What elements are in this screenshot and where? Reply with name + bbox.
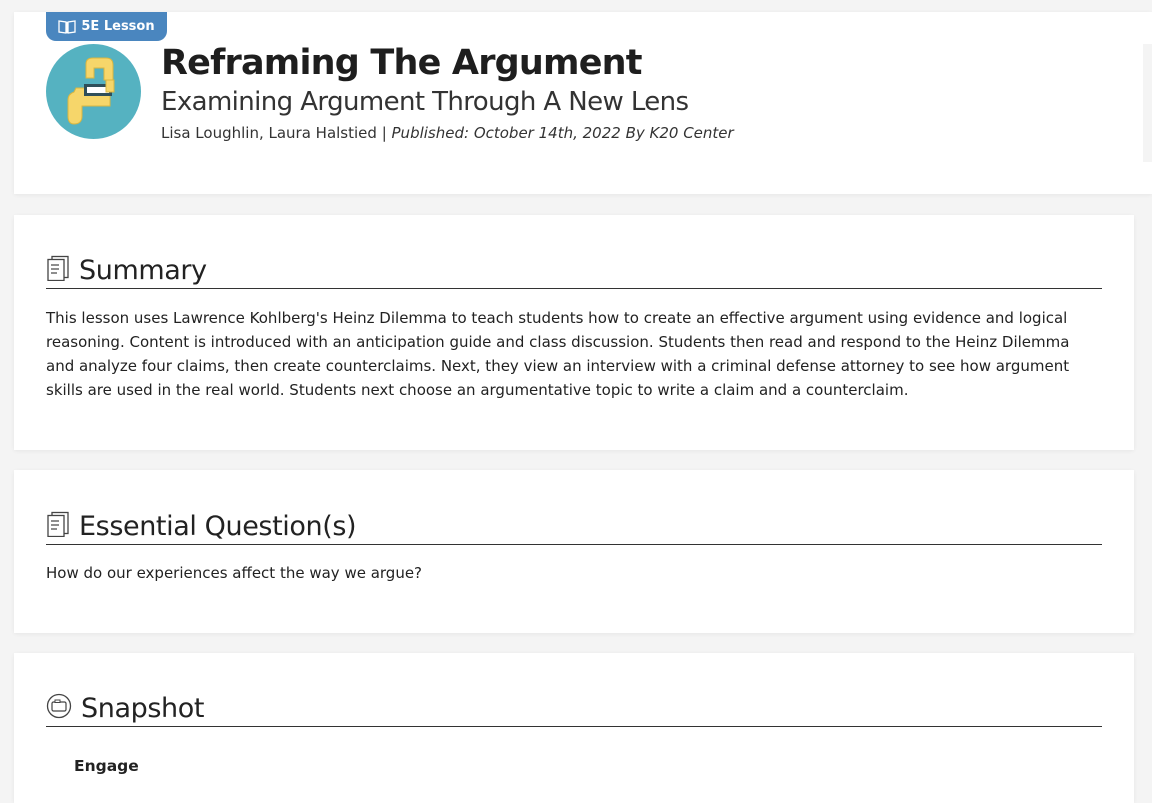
summary-heading-row: Summary <box>46 247 1102 289</box>
snapshot-section: Snapshot Engage <box>14 653 1134 803</box>
eq-heading-row: Essential Question(s) <box>46 503 1102 545</box>
document-icon <box>47 255 69 281</box>
essential-questions-section: Essential Question(s) How do our experie… <box>14 470 1134 633</box>
summary-text: This lesson uses Lawrence Kohlberg's Hei… <box>46 309 1070 399</box>
snapshot-phase-engage: Engage <box>74 757 139 775</box>
authors: Lisa Loughlin, Laura Halstied <box>161 124 377 142</box>
hands-frame-icon <box>46 44 141 139</box>
book-icon <box>58 19 77 34</box>
snapshot-heading: Snapshot <box>81 693 205 724</box>
meta-separator: | <box>376 124 392 142</box>
badge-label: 5E Lesson <box>81 19 155 34</box>
document-icon <box>47 511 69 537</box>
side-rail <box>1143 44 1152 162</box>
snapshot-heading-row: Snapshot <box>46 685 1102 727</box>
page-title: Reframing The Argument <box>161 43 643 83</box>
lesson-header: 5E Lesson Reframing The Argument Examini… <box>14 12 1152 194</box>
summary-heading: Summary <box>79 255 207 286</box>
lesson-meta: Lisa Loughlin, Laura Halstied | Publishe… <box>161 124 734 142</box>
page-subtitle: Examining Argument Through A New Lens <box>161 87 689 117</box>
published-info: Published: October 14th, 2022 By K20 Cen… <box>391 124 734 142</box>
summary-section: Summary This lesson uses Lawrence Kohlbe… <box>14 215 1134 450</box>
lesson-type-badge: 5E Lesson <box>46 12 167 41</box>
eq-text: How do our experiences affect the way we… <box>46 564 423 582</box>
eq-heading: Essential Question(s) <box>79 511 357 542</box>
camera-icon <box>46 693 72 719</box>
